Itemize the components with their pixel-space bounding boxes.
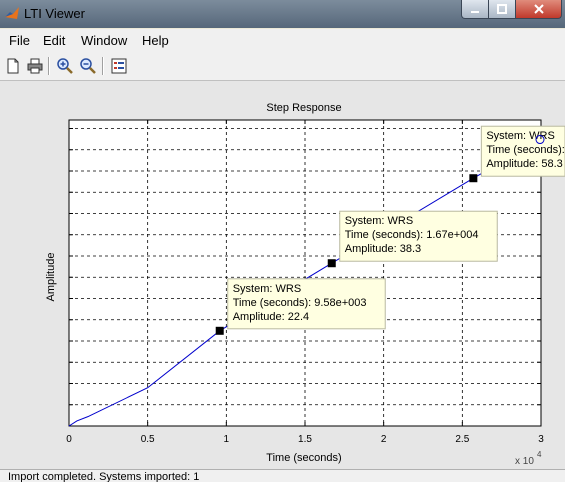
plot-area-background: Step Response 0 0.5 1 1.5 2 2.5 3 Time (second… [0, 81, 565, 469]
data-tip[interactable]: System: WRS Time (seconds): Amplitude: 58.… [469, 125, 565, 183]
menu-bar: File Edit Window Help [0, 29, 565, 53]
x-tick-label: 0.5 [141, 434, 155, 445]
x-axis-label: Time (seconds) [266, 452, 341, 464]
minimize-icon [471, 11, 479, 13]
menu-file[interactable]: File [9, 33, 30, 48]
data-tip-text: Amplitude: 22.4 [233, 311, 309, 323]
toolbar-separator [48, 57, 50, 75]
maximize-icon [497, 4, 507, 14]
data-tip-text: System: WRS [345, 215, 413, 227]
x-tick-labels: 0 0.5 1 1.5 2 2.5 3 [66, 434, 544, 445]
menu-window[interactable]: Window [81, 33, 127, 48]
plot-title: Step Response [266, 102, 341, 114]
menu-help[interactable]: Help [142, 33, 169, 48]
data-tip[interactable]: System: WRS Time (seconds): 1.67e+004 Ampl… [327, 210, 498, 268]
title-bar: LTI Viewer [0, 0, 565, 28]
x-tick-label: 1.5 [298, 434, 312, 445]
zoom-out-icon[interactable] [78, 56, 98, 76]
x-tick-label: 2.5 [455, 434, 469, 445]
new-icon[interactable] [3, 56, 23, 76]
data-tip[interactable]: System: WRS Time (seconds): 9.58e+003 Ampl… [215, 278, 386, 335]
window-title: LTI Viewer [24, 6, 85, 21]
data-tip-text: Amplitude: 58.3 [486, 158, 562, 170]
matlab-logo-icon [5, 7, 19, 19]
menu-edit[interactable]: Edit [43, 33, 65, 48]
x-tick-label: 2 [381, 434, 387, 445]
data-tip-text: Time (seconds): 9.58e+003 [233, 297, 367, 309]
data-tip-marker [215, 326, 224, 335]
data-tip-marker [469, 174, 478, 183]
status-text: Import completed. Systems imported: 1 [8, 471, 200, 482]
minimize-button[interactable] [461, 0, 489, 19]
maximize-button[interactable] [488, 0, 516, 19]
print-icon[interactable] [25, 56, 45, 76]
data-tip-text: Amplitude: 38.3 [345, 243, 421, 255]
y-axis-label: Amplitude [45, 253, 57, 302]
x-axis-exponent: 4 [537, 450, 542, 459]
x-tick-label: 1 [224, 434, 230, 445]
data-tip-text: System: WRS [486, 130, 554, 142]
data-tip-text: Time (seconds): [486, 144, 564, 156]
step-response-plot[interactable]: Step Response 0 0.5 1 1.5 2 2.5 3 Time (second… [0, 81, 565, 469]
toolbar-separator [102, 57, 104, 75]
x-tick-label: 3 [538, 434, 544, 445]
toolbar [0, 53, 565, 81]
data-tip-text: Time (seconds): 1.67e+004 [345, 229, 479, 241]
zoom-in-icon[interactable] [55, 56, 75, 76]
close-icon [533, 4, 544, 14]
status-bar: Import completed. Systems imported: 1 [0, 469, 565, 482]
close-button[interactable] [515, 0, 562, 19]
data-tip-marker [327, 259, 336, 268]
data-tip-text: System: WRS [233, 283, 301, 295]
x-axis-multiplier: x 10 [515, 456, 534, 467]
x-tick-label: 0 [66, 434, 72, 445]
grid-icon[interactable] [109, 56, 129, 76]
